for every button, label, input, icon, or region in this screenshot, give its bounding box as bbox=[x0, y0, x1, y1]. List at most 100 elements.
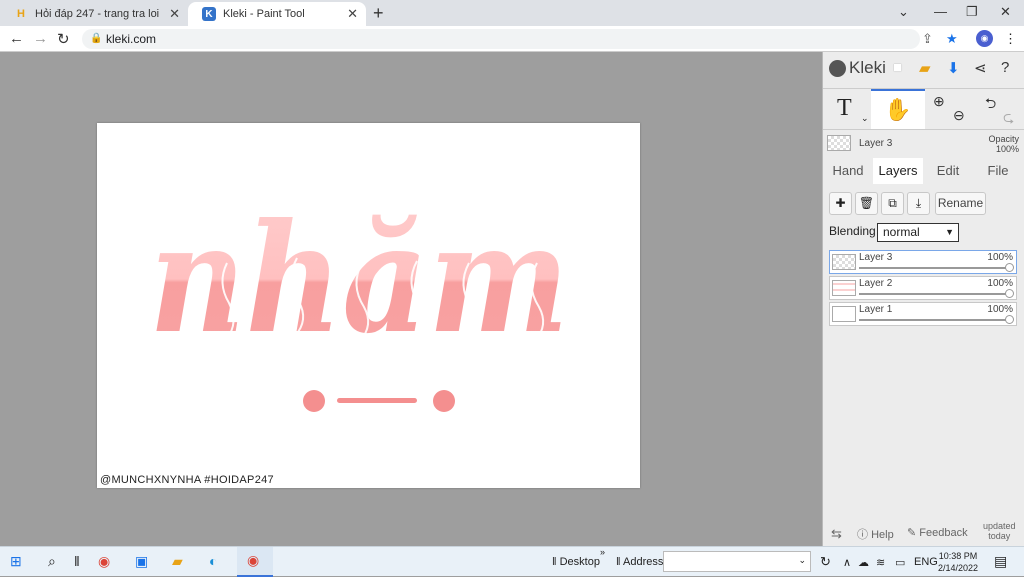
opacity-slider-handle[interactable] bbox=[1005, 289, 1014, 298]
layer-item[interactable]: Layer 3 100% bbox=[829, 250, 1017, 274]
help-circle-icon[interactable]: ? bbox=[1001, 59, 1009, 76]
blending-value: normal bbox=[883, 225, 920, 239]
close-tab-icon[interactable]: ✕ bbox=[169, 6, 180, 22]
delete-layer-button[interactable]: 🗑 bbox=[855, 192, 878, 215]
kleki-favicon-icon: K bbox=[202, 7, 216, 21]
address-toolbar: ‖ Address bbox=[616, 556, 664, 568]
forward-icon[interactable]: → bbox=[33, 30, 48, 47]
tab-title: Kleki - Paint Tool bbox=[223, 8, 305, 20]
tab-file[interactable]: File bbox=[975, 158, 1021, 184]
duplicate-layer-button[interactable]: ⧉ bbox=[881, 192, 904, 215]
feedback-link[interactable]: ✎ Feedback bbox=[907, 526, 968, 539]
layer-name: Layer 3 bbox=[859, 252, 893, 263]
battery-icon[interactable]: ▭ bbox=[895, 556, 905, 569]
undo-icon[interactable]: ⮌ bbox=[985, 93, 996, 117]
onedrive-icon[interactable]: ☁ bbox=[858, 556, 869, 569]
updated-label: updated bbox=[983, 521, 1016, 531]
search-icon[interactable]: ⌕ bbox=[48, 553, 56, 570]
layer-thumbnail bbox=[827, 135, 851, 151]
brand-name: Kleki bbox=[849, 58, 886, 77]
show-hidden-icons[interactable]: ∧ bbox=[843, 556, 851, 569]
merge-down-icon: ⤓ bbox=[915, 196, 922, 210]
add-layer-button[interactable]: ✚ bbox=[829, 192, 852, 215]
share-icon[interactable]: ⇪ bbox=[922, 31, 933, 47]
rename-button[interactable]: Rename bbox=[935, 192, 986, 215]
updated-badge[interactable]: updated today bbox=[983, 521, 1016, 541]
chevron-right-icon[interactable]: » bbox=[600, 547, 605, 557]
tab-hand[interactable]: Hand bbox=[827, 158, 869, 184]
notifications-icon[interactable]: ▤ bbox=[994, 553, 1007, 570]
redo-icon[interactable]: ⮎ bbox=[1003, 107, 1014, 131]
clock-time: 10:38 PM bbox=[938, 551, 978, 561]
share-icon[interactable]: ⋖ bbox=[974, 59, 987, 77]
swap-sides-icon[interactable]: ⇆ bbox=[831, 526, 842, 542]
browser-tab-bar: H Hỏi đáp 247 - trang tra loi ✕ K Kleki … bbox=[0, 0, 1024, 26]
chrome-icon: ◉ bbox=[247, 552, 260, 568]
close-tab-icon[interactable]: ✕ bbox=[347, 6, 358, 22]
layer-item[interactable]: Layer 1 100% bbox=[829, 302, 1017, 326]
desktop-label: Desktop bbox=[559, 556, 600, 568]
blending-select[interactable]: normal ▼ bbox=[877, 223, 959, 242]
tab-title: Hỏi đáp 247 - trang tra loi bbox=[35, 8, 160, 20]
windows-start-icon[interactable]: ⊞ bbox=[10, 553, 22, 570]
menu-icon[interactable]: ⋮ bbox=[1004, 31, 1017, 47]
tab-layers[interactable]: Layers bbox=[873, 158, 923, 184]
opacity-slider-handle[interactable] bbox=[1005, 315, 1014, 324]
layer-opacity: 100% bbox=[987, 278, 1013, 289]
file-explorer-icon[interactable]: ▰ bbox=[172, 553, 183, 570]
folder-open-icon[interactable]: ▰ bbox=[919, 59, 931, 77]
taskbar-address-input[interactable]: ⌄ bbox=[663, 551, 811, 572]
updated-today: today bbox=[988, 531, 1011, 541]
language-indicator[interactable]: ENG bbox=[914, 556, 938, 568]
address-label: Address bbox=[623, 556, 664, 568]
decor-line bbox=[337, 398, 417, 403]
artwork: nhăm bbox=[149, 191, 569, 412]
tab-kleki[interactable]: K Kleki - Paint Tool ✕ bbox=[188, 2, 366, 26]
help-link[interactable]: ⓘ Help bbox=[857, 526, 894, 542]
edge-icon[interactable]: ◐ bbox=[209, 553, 217, 569]
tab-edit[interactable]: Edit bbox=[927, 158, 969, 184]
tab-hoidap[interactable]: H Hỏi đáp 247 - trang tra loi ✕ bbox=[0, 2, 188, 26]
address-bar: ← → ↻ 🔒 kleki.com ⇪ ★ ◉ ⋮ bbox=[0, 26, 1024, 52]
kleki-logo: Kleki bbox=[829, 58, 886, 78]
opacity-slider-handle[interactable] bbox=[1005, 263, 1014, 272]
zoom-out-icon[interactable]: ⊖ bbox=[953, 107, 965, 124]
back-icon[interactable]: ← bbox=[9, 30, 24, 47]
close-window-icon[interactable]: ✕ bbox=[1000, 4, 1011, 20]
download-icon[interactable]: ⬇ bbox=[947, 59, 960, 77]
profile-avatar[interactable]: ◉ bbox=[976, 30, 993, 47]
merge-layer-button[interactable]: ⤓ bbox=[907, 192, 930, 215]
url-input[interactable]: 🔒 kleki.com bbox=[82, 29, 920, 49]
refresh-icon[interactable]: ↻ bbox=[820, 554, 831, 570]
new-image-icon[interactable]: ■ bbox=[893, 59, 902, 76]
chrome-active-taskbar-item[interactable]: ◉ bbox=[237, 547, 273, 577]
chevron-down-icon: ▼ bbox=[945, 227, 954, 237]
bookmark-star-icon[interactable]: ★ bbox=[946, 31, 958, 47]
store-icon[interactable]: ▣ bbox=[135, 553, 148, 570]
new-tab-icon[interactable]: + bbox=[373, 3, 384, 24]
task-view-icon[interactable]: ‖ bbox=[74, 553, 80, 569]
zoom-in-icon[interactable]: ⊕ bbox=[933, 93, 945, 110]
text-tool-icon[interactable]: T bbox=[837, 95, 852, 122]
minimize-icon[interactable]: — bbox=[934, 4, 947, 19]
chrome-icon[interactable]: ◉ bbox=[98, 553, 110, 570]
layer-item[interactable]: Layer 2 100% bbox=[829, 276, 1017, 300]
blending-label: Blending bbox=[829, 224, 876, 238]
hoidap-favicon-icon: H bbox=[17, 8, 25, 20]
opacity-value: 100% bbox=[995, 144, 1019, 154]
feedback-label: Feedback bbox=[919, 527, 968, 539]
layer-thumbnail bbox=[832, 254, 856, 270]
hand-tool-icon[interactable]: ✋ bbox=[871, 89, 925, 129]
chevron-down-icon[interactable]: ⌄ bbox=[798, 555, 806, 566]
reload-icon[interactable]: ↻ bbox=[57, 30, 70, 48]
desktop-toolbar[interactable]: ‖ Desktop bbox=[552, 556, 600, 568]
canvas-workspace[interactable]: nhăm @MUNCHXNYNHA #HOIDAP247 bbox=[0, 52, 822, 546]
system-clock[interactable]: 10:38 PM 2/14/2022 bbox=[938, 550, 978, 574]
decor-dot-left bbox=[303, 390, 325, 412]
restore-icon[interactable]: ❐ bbox=[966, 4, 978, 20]
drawing-canvas[interactable]: nhăm @MUNCHXNYNHA #HOIDAP247 bbox=[97, 123, 640, 488]
wifi-icon[interactable]: ≋ bbox=[876, 556, 885, 569]
chevron-down-icon[interactable]: ⌄ bbox=[861, 113, 869, 124]
layer-opacity: 100% bbox=[987, 252, 1013, 263]
chevron-down-icon[interactable]: ⌄ bbox=[898, 4, 909, 20]
